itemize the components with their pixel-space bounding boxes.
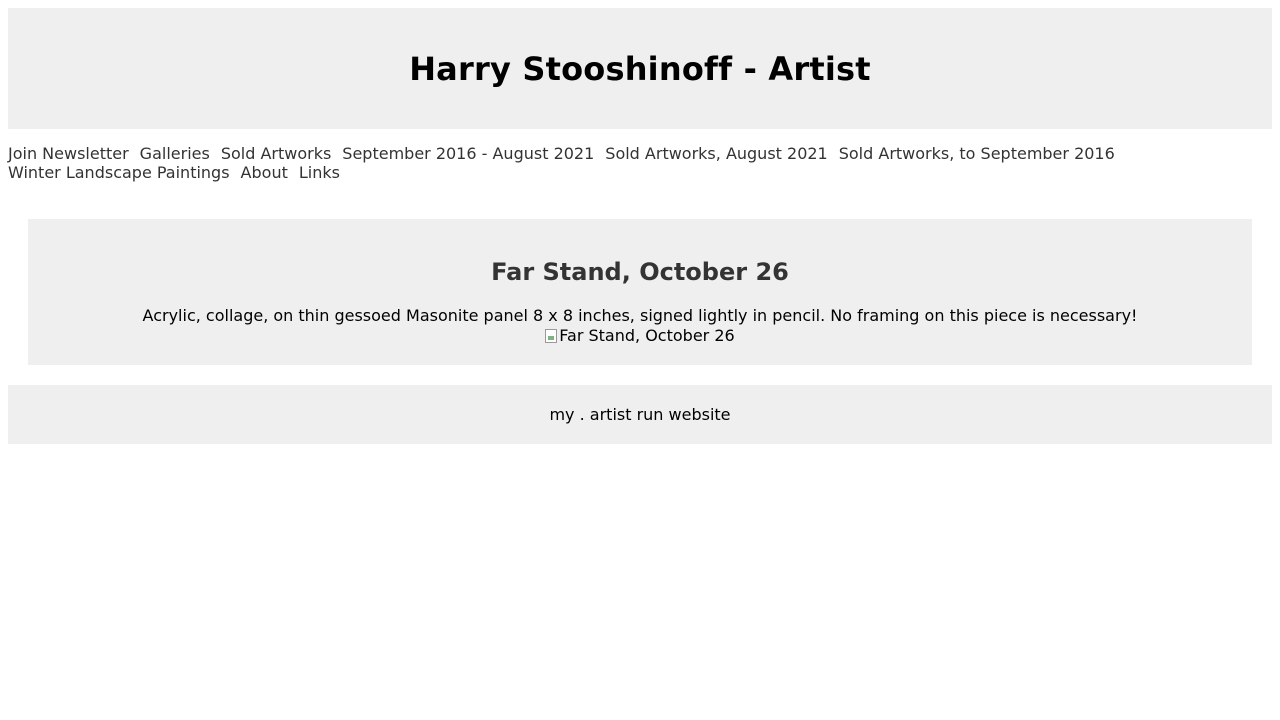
- nav-row-1: Join Newsletter Galleries Sold Artworks Sep…: [8, 144, 1272, 163]
- site-header: Harry Stooshinoff - Artist: [8, 8, 1272, 129]
- footer-text[interactable]: my . artist run website: [549, 405, 730, 424]
- nav-link-galleries[interactable]: Galleries: [140, 144, 210, 163]
- nav-link-sold-artworks-august-2021[interactable]: Sold Artworks, August 2021: [605, 144, 827, 163]
- page: Harry Stooshinoff - Artist Join Newslett…: [0, 0, 1280, 720]
- nav-row-2: Winter Landscape Paintings About Links: [8, 163, 1272, 182]
- artwork-image[interactable]: Far Stand, October 26: [28, 326, 1252, 346]
- nav-link-sold-artworks-to-september-2016[interactable]: Sold Artworks, to September 2016: [839, 144, 1115, 163]
- main-nav: Join Newsletter Galleries Sold Artworks Sep…: [8, 144, 1272, 182]
- nav-link-join-newsletter[interactable]: Join Newsletter: [8, 144, 129, 163]
- nav-link-september-2016-august-2021[interactable]: September 2016 - August 2021: [342, 144, 594, 163]
- artwork-title: Far Stand, October 26: [491, 258, 789, 286]
- artwork-panel: Far Stand, October 26 Acrylic, collage, …: [28, 219, 1252, 365]
- broken-image-icon: [545, 329, 558, 343]
- nav-link-winter-landscape-paintings[interactable]: Winter Landscape Paintings: [8, 163, 230, 182]
- artwork-image-alt-text: Far Stand, October 26: [559, 326, 735, 345]
- nav-link-sold-artworks[interactable]: Sold Artworks: [221, 144, 331, 163]
- artwork-description: Acrylic, collage, on thin gessoed Masoni…: [142, 306, 1138, 325]
- nav-link-about[interactable]: About: [241, 163, 288, 182]
- nav-link-links[interactable]: Links: [299, 163, 340, 182]
- site-footer: my . artist run website: [8, 385, 1272, 444]
- site-title: Harry Stooshinoff - Artist: [409, 49, 871, 88]
